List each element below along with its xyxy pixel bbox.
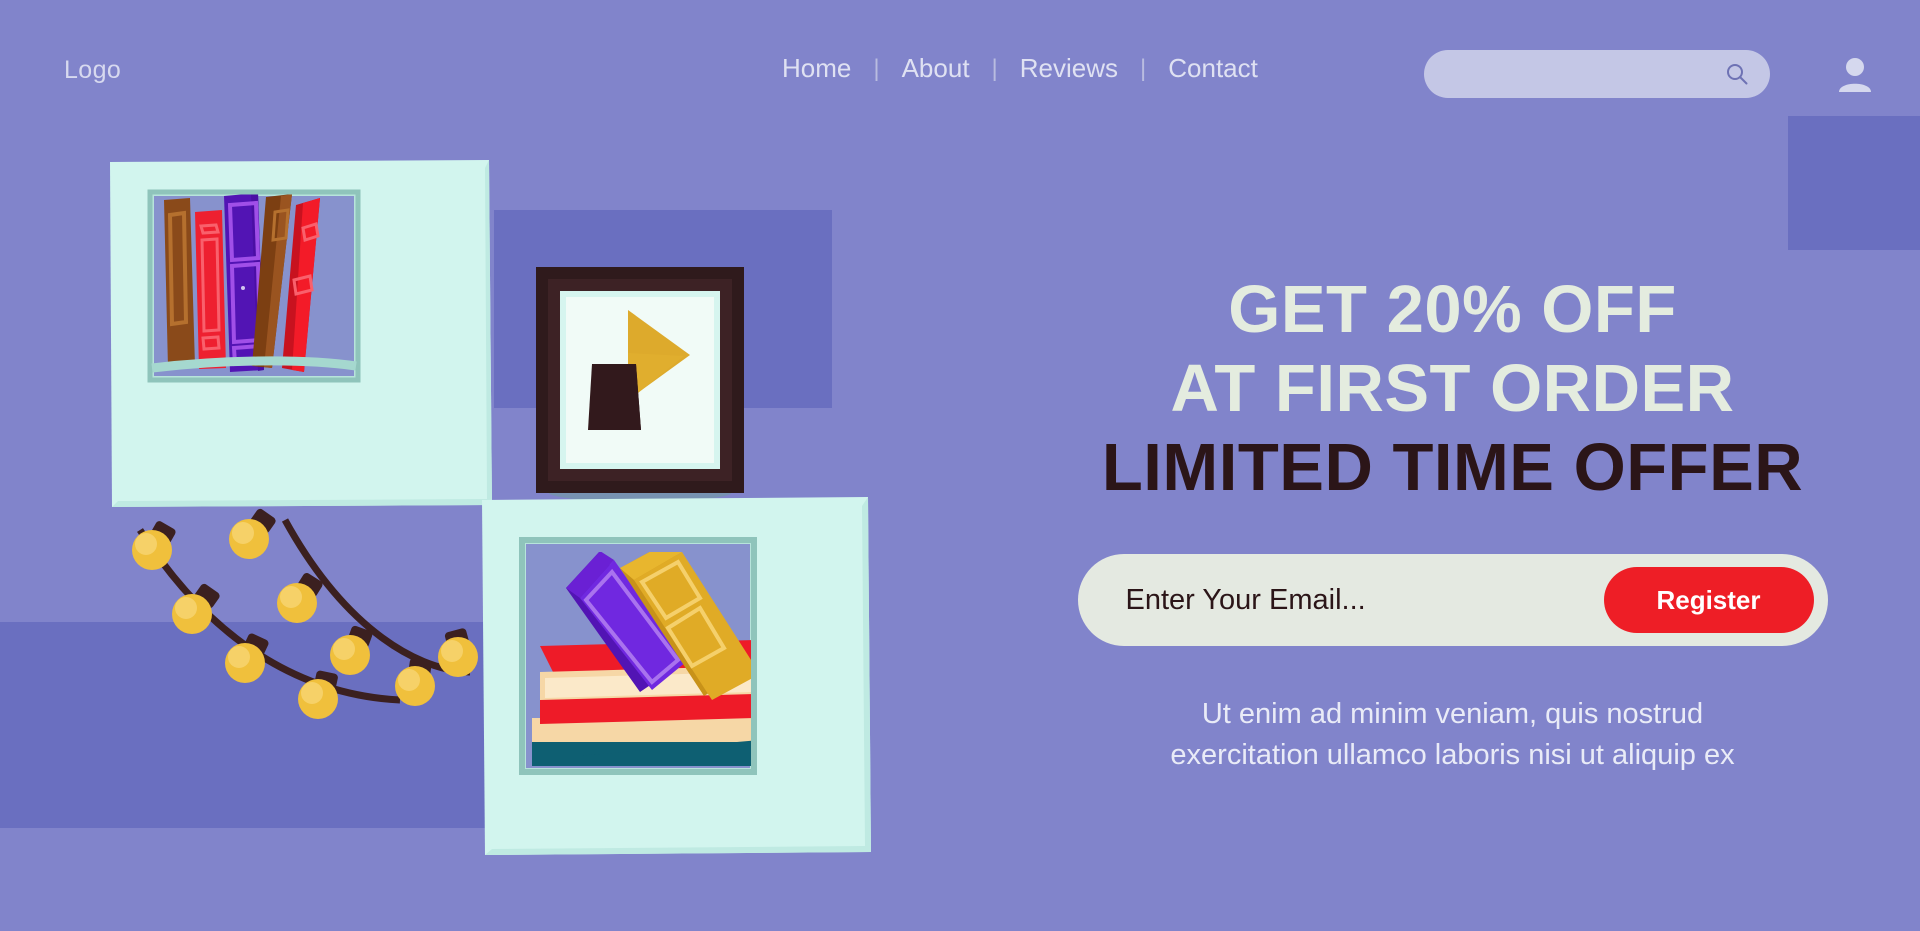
- bookshelf-frame: [110, 160, 492, 507]
- nav-link-home[interactable]: Home: [760, 53, 873, 84]
- nav-link-reviews[interactable]: Reviews: [998, 53, 1140, 84]
- string-lights: [132, 508, 478, 719]
- promo-subtext-line-1: Ut enim ad minim veniam, quis nostrud: [1201, 698, 1704, 731]
- promo-section: GET 20% OFF AT FIRST ORDER LIMITED TIME …: [1035, 270, 1870, 776]
- promo-subtext: Ut enim ad minim veniam, quis nostrud ex…: [1035, 694, 1870, 776]
- nav-link-contact[interactable]: Contact: [1146, 53, 1280, 84]
- stacked-books-frame: [482, 497, 871, 855]
- search-input[interactable]: [1444, 50, 1734, 98]
- user-account-icon[interactable]: [1833, 52, 1877, 96]
- logo[interactable]: Logo: [64, 56, 121, 85]
- headline-line-1: GET 20% OFF: [1228, 272, 1677, 347]
- navbar: Logo Home | About | Reviews | Contact: [0, 0, 1920, 116]
- headline-line-2: AT FIRST ORDER: [1170, 351, 1735, 427]
- art-frame: [536, 267, 744, 502]
- register-button[interactable]: Register: [1603, 567, 1814, 634]
- hero-illustration: [0, 0, 1000, 931]
- promo-subtext-line-2: exercitation ullamco laboris nisi ut ali…: [1170, 739, 1735, 772]
- search-box[interactable]: [1424, 50, 1770, 98]
- background-panel-top-right: [1788, 116, 1920, 250]
- email-input[interactable]: [1125, 583, 1604, 617]
- nav-links: Home | About | Reviews | Contact: [760, 53, 1280, 84]
- signup-bar: Register: [1077, 554, 1828, 647]
- headline-line-3: LIMITED TIME OFFER: [1101, 430, 1804, 506]
- search-icon[interactable]: [1726, 63, 1748, 85]
- nav-link-about[interactable]: About: [880, 53, 992, 84]
